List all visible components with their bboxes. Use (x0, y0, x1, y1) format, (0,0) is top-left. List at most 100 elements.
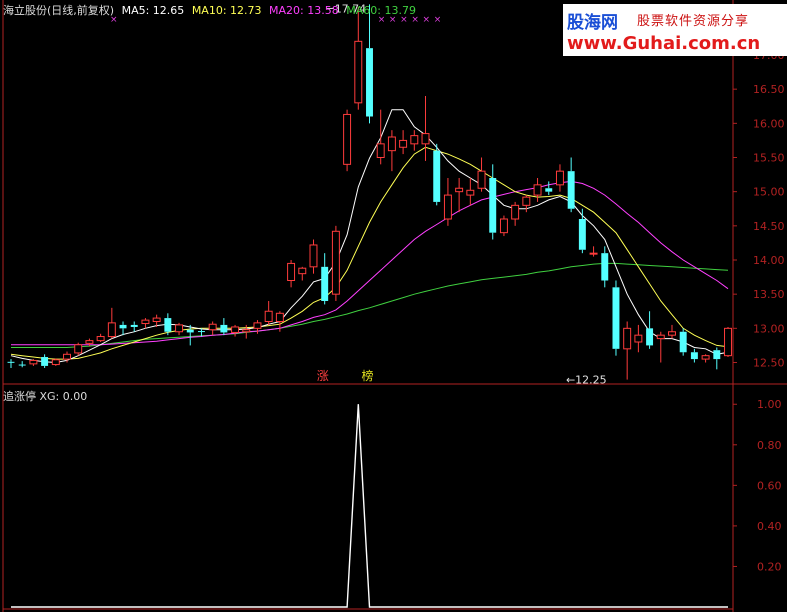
watermark-logo: 股海网 股票软件资源分享 www.Guhai.com.cn (563, 4, 787, 56)
candle (623, 321, 632, 380)
candle-body (713, 350, 721, 360)
candle (713, 347, 721, 370)
candle (668, 324, 676, 339)
ma5-line (10, 109, 729, 364)
candle (499, 215, 508, 237)
candle (443, 178, 452, 226)
candle (466, 178, 475, 206)
xg-line (11, 404, 728, 608)
candle (186, 324, 194, 346)
indicator-axis: 0.20 0.40 0.60 0.80 1.00 (733, 398, 782, 573)
candle (477, 157, 486, 192)
candle-body (331, 230, 340, 295)
candle-body (387, 136, 396, 152)
indicator-tick-label: 0.80 (757, 439, 782, 452)
candle-body (287, 262, 296, 281)
indicator-name: 追涨停 (3, 390, 36, 403)
candle-body (410, 135, 419, 145)
candle-body (656, 334, 665, 340)
price-axis: 12.50 13.00 13.50 14.00 14.50 15.00 15.50 16.00… (733, 49, 785, 370)
ma10-label: MA10: 12.73 (191, 4, 262, 17)
candle (522, 195, 531, 213)
candle (724, 326, 732, 358)
candle-body (186, 329, 194, 333)
price-tick-label: 13.50 (753, 288, 785, 301)
candle (679, 328, 687, 356)
price-tick-label: 16.50 (753, 83, 785, 96)
candle (387, 130, 396, 172)
candle (242, 324, 251, 339)
candle (119, 321, 127, 336)
candle-body (119, 324, 127, 329)
candle-body (399, 139, 408, 148)
candle (589, 246, 598, 257)
candle-body (63, 353, 71, 360)
price-legend: 海立股份(日线,前复权) MA5: 12.65 MA10: 12.73 MA20… (3, 2, 420, 18)
candle-body (309, 244, 318, 268)
candle (578, 208, 586, 254)
candle-body (668, 331, 676, 336)
candle-body (545, 188, 553, 192)
candle-body (29, 359, 38, 365)
candle-body (208, 323, 217, 331)
candle-body (421, 133, 430, 145)
price-tick-label: 13.00 (753, 322, 785, 335)
candle-body (489, 178, 497, 233)
ma20-label: MA20: 13.58 (269, 4, 339, 17)
candle-body (220, 324, 228, 333)
candle-body (298, 267, 307, 275)
candle (7, 359, 15, 368)
watermark-sub: 股票软件资源分享 (637, 14, 750, 29)
candle-body (623, 327, 632, 350)
candle-body (74, 344, 83, 354)
price-tick-label: 16.00 (753, 117, 785, 130)
candle (309, 239, 318, 274)
candle-body (85, 340, 94, 344)
candle-body (555, 170, 564, 186)
candle (130, 321, 138, 332)
candle (231, 324, 240, 337)
price-tick-label: 12.50 (753, 357, 785, 370)
candle-body (275, 312, 284, 322)
candle (421, 96, 430, 161)
candle-body (646, 328, 654, 346)
ma10-line (10, 146, 729, 360)
candle (545, 181, 553, 196)
candles (7, 4, 732, 380)
candle-body (499, 218, 508, 234)
candle-body (634, 334, 643, 343)
candle (455, 178, 464, 213)
candle-body (443, 194, 452, 220)
candle (107, 307, 116, 339)
candle-body (253, 322, 262, 329)
candle-body (533, 184, 542, 196)
candle (343, 109, 352, 172)
candle-body (477, 170, 486, 189)
candle (489, 164, 497, 240)
indicator-plot (11, 404, 728, 608)
candle-body (366, 48, 373, 117)
candle (41, 354, 49, 368)
candle (634, 324, 643, 353)
candle (298, 266, 307, 281)
candle-body (242, 329, 251, 333)
candle (331, 225, 340, 301)
candle (511, 201, 520, 226)
candle (141, 318, 150, 329)
ma20-line (11, 180, 729, 346)
candle (690, 348, 698, 363)
candle-body (321, 266, 329, 301)
candle-body (376, 143, 385, 158)
candle (567, 157, 575, 213)
indicator-tick-label: 0.20 (757, 560, 782, 573)
candle-body (701, 355, 710, 360)
candle-body (96, 336, 105, 342)
candle (656, 331, 665, 363)
candle-body (175, 324, 184, 333)
candle (433, 143, 441, 206)
candle-body (231, 326, 240, 333)
candle (376, 109, 385, 165)
candle-body (107, 322, 116, 338)
tag-bang: 榜 (362, 368, 374, 383)
candle-body (7, 361, 15, 363)
